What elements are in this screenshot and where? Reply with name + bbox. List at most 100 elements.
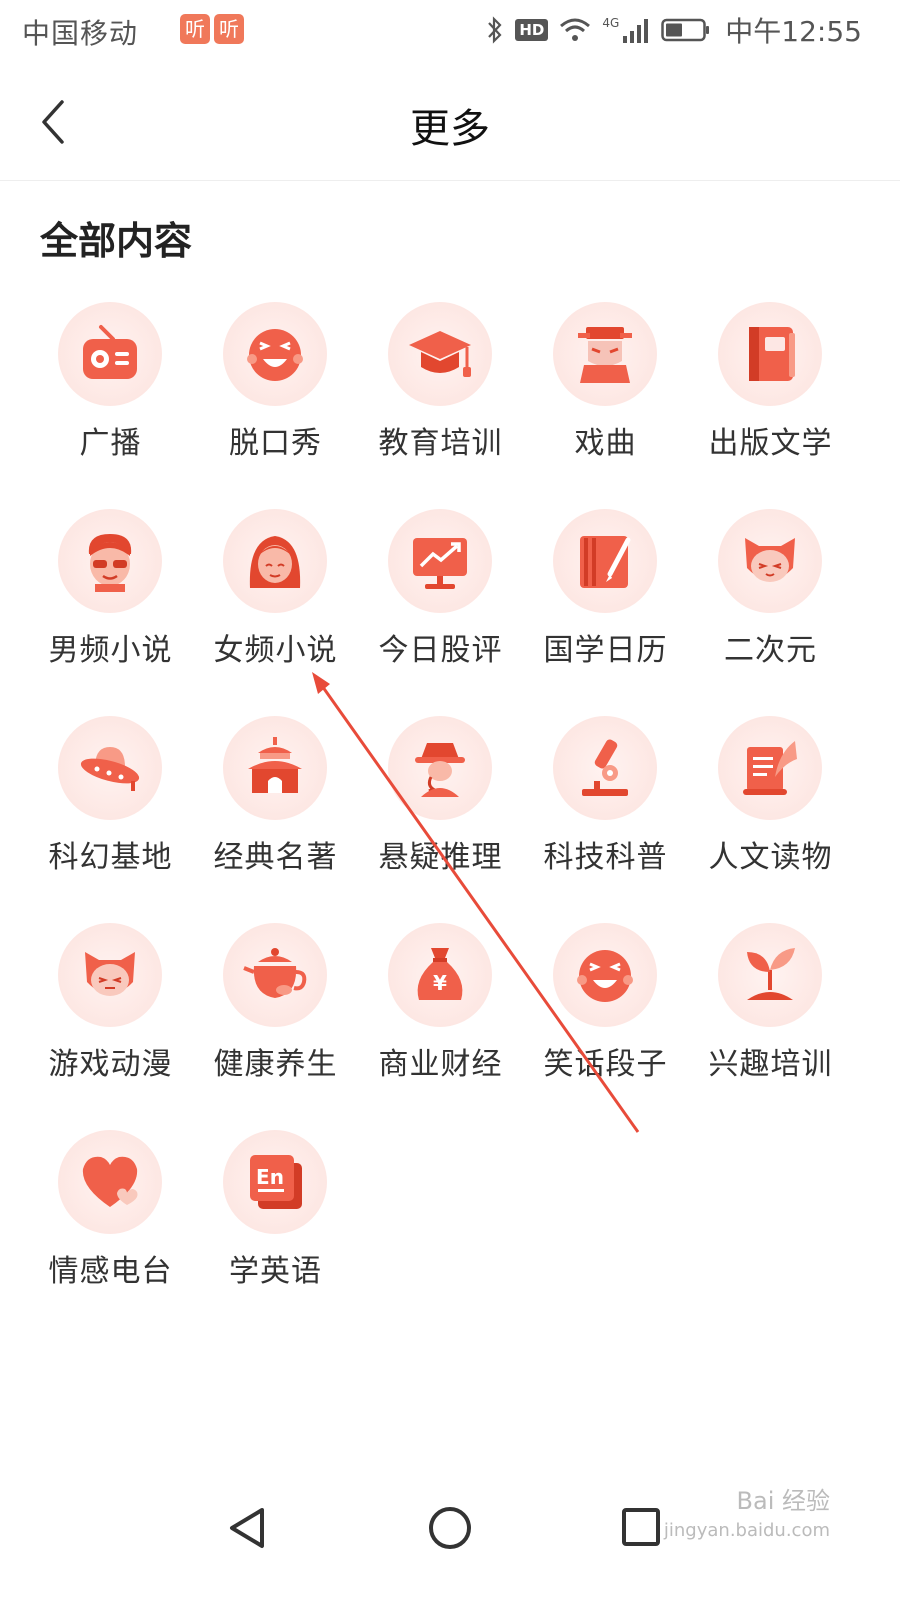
microscope-icon <box>582 739 628 796</box>
opera-mask-icon <box>578 327 632 383</box>
stock-chart-icon <box>413 538 467 589</box>
radio-icon <box>83 325 137 379</box>
category-label: 国学日历 <box>543 633 668 668</box>
category-item-humanities[interactable]: 人文读物 <box>688 710 853 910</box>
category-label: 学英语 <box>229 1254 322 1289</box>
nav-home-button[interactable] <box>420 1498 480 1558</box>
icon-bg <box>388 509 492 613</box>
category-item-radio[interactable]: 广播 <box>28 296 193 496</box>
category-label: 人文读物 <box>708 840 833 875</box>
icon-bg <box>223 302 327 406</box>
category-item-games[interactable]: 游戏动漫 <box>28 917 193 1117</box>
category-item-emotion[interactable]: 情感电台 <box>28 1124 193 1324</box>
hd-icon: HD <box>515 19 549 41</box>
category-label: 经典名著 <box>213 840 338 875</box>
category-label: 情感电台 <box>48 1254 173 1289</box>
teapot-icon <box>243 948 307 998</box>
category-item-literature[interactable]: 出版文学 <box>688 296 853 496</box>
yuan-symbol: ¥ <box>433 971 447 995</box>
book-icon <box>749 327 795 381</box>
battery-icon <box>661 18 710 42</box>
icon-bg: En <box>223 1130 327 1234</box>
category-label: 广播 <box>79 426 142 461</box>
english-card-text: En <box>256 1165 284 1189</box>
category-item-classics[interactable]: 经典名著 <box>193 710 358 910</box>
category-item-opera[interactable]: 戏曲 <box>523 296 688 496</box>
nav-header: 更多 <box>0 62 900 181</box>
icon-bg <box>718 302 822 406</box>
page-title: 更多 <box>410 106 490 152</box>
status-bar: 中国移动 听 听 HD 4G 中午12:55 <box>0 0 900 62</box>
icon-bg <box>58 509 162 613</box>
icon-bg: ¥ <box>388 923 492 1027</box>
category-item-english[interactable]: En 学英语 <box>193 1124 358 1324</box>
category-item-finance[interactable]: ¥ 商业财经 <box>358 917 523 1117</box>
sprout-icon <box>747 948 795 1000</box>
category-label: 笑话段子 <box>543 1047 668 1082</box>
anime-cat-icon <box>745 538 795 582</box>
category-item-hobby[interactable]: 兴趣培训 <box>688 917 853 1117</box>
app-tag-icon: 听 <box>180 14 210 44</box>
category-item-female-novel[interactable]: 女频小说 <box>193 503 358 703</box>
man-sunglasses-icon <box>88 534 132 592</box>
section-title: 全部内容 <box>40 219 193 263</box>
network-type: 4G <box>602 16 620 30</box>
category-label: 二次元 <box>724 633 817 668</box>
ufo-icon <box>80 747 140 791</box>
money-bag-icon: ¥ <box>417 948 463 1000</box>
game-cat-icon <box>85 952 135 996</box>
detective-icon <box>415 743 465 797</box>
category-item-calendar[interactable]: 国学日历 <box>523 503 688 703</box>
category-item-talkshow[interactable]: 脱口秀 <box>193 296 358 496</box>
app-tag-icon: 听 <box>214 14 244 44</box>
icon-bg <box>718 923 822 1027</box>
category-label: 教育培训 <box>378 426 503 461</box>
icon-bg <box>388 716 492 820</box>
icon-bg <box>58 716 162 820</box>
nav-back-button[interactable] <box>218 1498 278 1558</box>
category-label: 兴趣培训 <box>708 1047 833 1082</box>
category-label: 脱口秀 <box>229 426 322 461</box>
category-item-acg[interactable]: 二次元 <box>688 503 853 703</box>
watermark-sub: jingyan.baidu.com <box>663 1520 830 1541</box>
icon-bg <box>553 302 657 406</box>
icon-bg <box>58 1130 162 1234</box>
category-item-health[interactable]: 健康养生 <box>193 917 358 1117</box>
icon-bg <box>718 509 822 613</box>
grin-face-icon <box>577 950 633 1002</box>
category-item-education[interactable]: 教育培训 <box>358 296 523 496</box>
scroll-quill-icon <box>743 741 797 795</box>
laughing-face-icon <box>247 329 303 381</box>
category-label: 戏曲 <box>574 426 637 461</box>
icon-bg <box>388 302 492 406</box>
graduation-cap-icon <box>409 331 471 377</box>
category-item-science[interactable]: 科技科普 <box>523 710 688 910</box>
wifi-icon <box>560 18 591 41</box>
category-item-mystery[interactable]: 悬疑推理 <box>358 710 523 910</box>
category-item-scifi[interactable]: 科幻基地 <box>28 710 193 910</box>
category-label: 科技科普 <box>543 840 668 875</box>
signal-icon <box>623 19 649 43</box>
category-item-male-novel[interactable]: 男频小说 <box>28 503 193 703</box>
icon-bg <box>553 923 657 1027</box>
category-label: 今日股评 <box>378 633 503 668</box>
icon-bg <box>223 716 327 820</box>
category-label: 游戏动漫 <box>48 1047 173 1082</box>
icon-bg <box>718 716 822 820</box>
icon-bg <box>58 923 162 1027</box>
clock: 中午12:55 <box>725 15 862 48</box>
triangle-back-icon <box>230 1508 264 1548</box>
category-label: 出版文学 <box>708 426 833 461</box>
category-item-jokes[interactable]: 笑话段子 <box>523 917 688 1117</box>
temple-icon <box>248 737 302 793</box>
circle-home-icon <box>429 1507 471 1549</box>
watermark: Bai 经验 jingyan.baidu.com <box>664 1486 830 1546</box>
category-item-stock[interactable]: 今日股评 <box>358 503 523 703</box>
category-label: 商业财经 <box>378 1047 503 1082</box>
icon-bg <box>553 509 657 613</box>
heart-icon <box>82 1156 138 1207</box>
status-icons: HD 4G 中午12:55 <box>485 10 862 50</box>
bluetooth-icon <box>488 16 502 44</box>
icon-bg <box>223 923 327 1027</box>
icon-bg <box>58 302 162 406</box>
